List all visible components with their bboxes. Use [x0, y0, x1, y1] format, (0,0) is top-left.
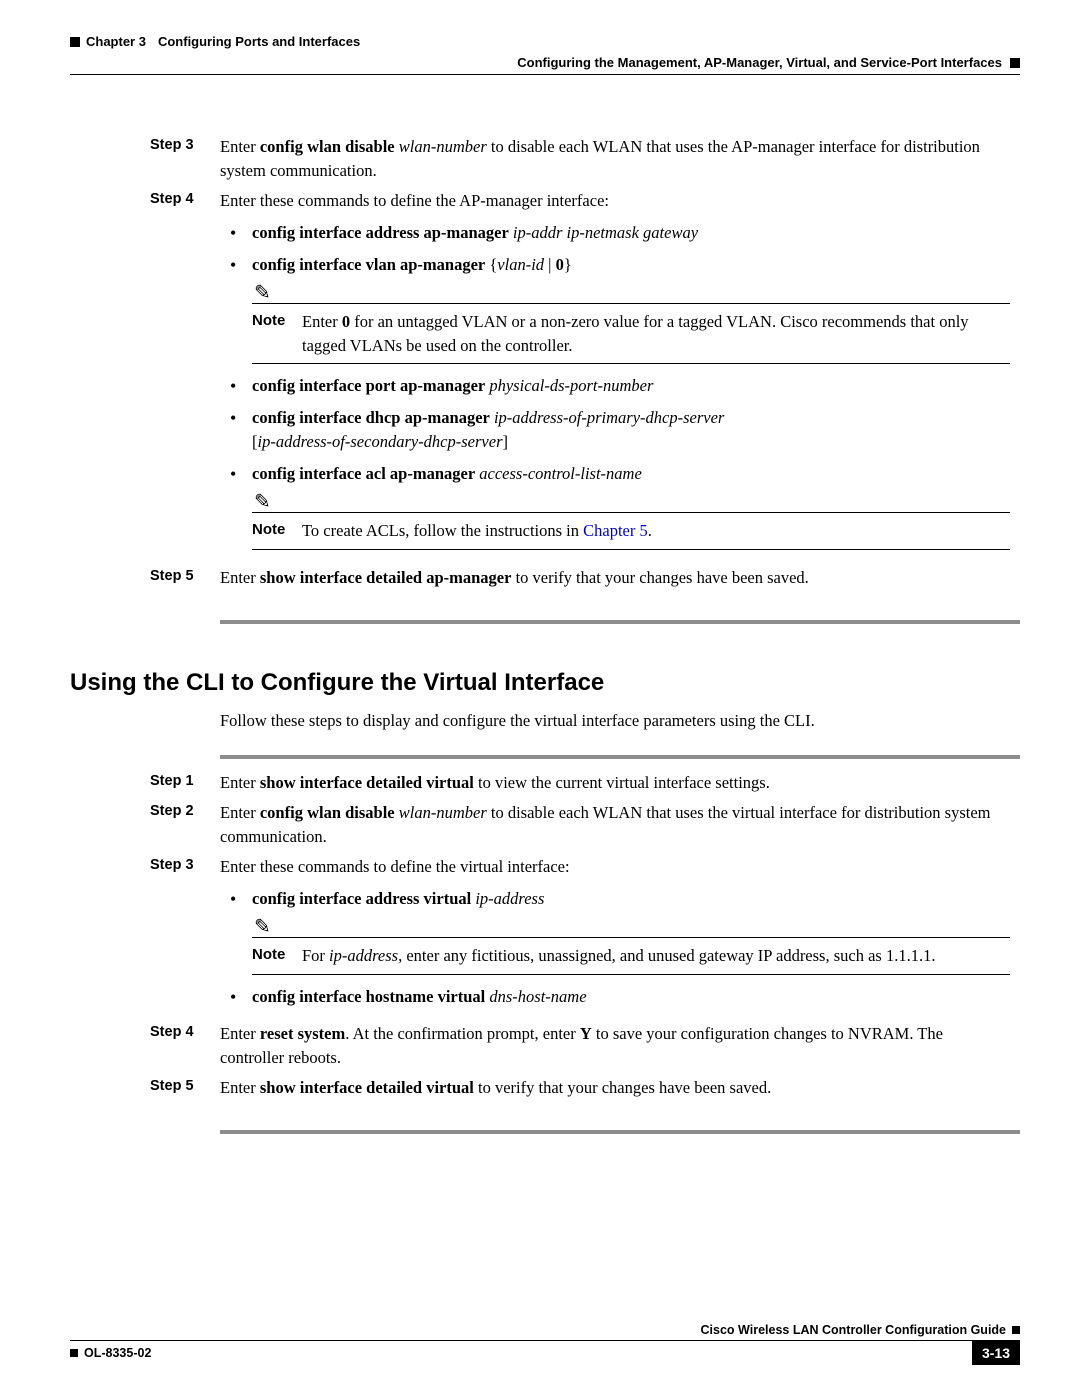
note-box: ✎ Note For ip-address, enter any fictiti…	[252, 917, 1010, 975]
section-divider	[220, 755, 1020, 759]
list-item: config interface dhcp ap-manager ip-addr…	[252, 406, 1010, 454]
step-row: Step 5 Enter show interface detailed vir…	[70, 1076, 1020, 1100]
footer-guide-title: Cisco Wireless LAN Controller Configurat…	[70, 1323, 1020, 1337]
pencil-icon: ✎	[252, 917, 1010, 937]
section-divider	[220, 620, 1020, 624]
pencil-icon: ✎	[252, 283, 1010, 303]
list-item: config interface vlan ap-manager {vlan-i…	[252, 253, 1010, 365]
footer-doc-number: OL-8335-02	[70, 1346, 151, 1360]
list-item: config interface address virtual ip-addr…	[252, 887, 1010, 975]
step-label: Step 4	[70, 1022, 220, 1070]
step-list: Step 1 Enter show interface detailed vir…	[70, 771, 1020, 1134]
pencil-icon: ✎	[252, 492, 1010, 512]
command-list: config interface address ap-manager ip-a…	[220, 221, 1010, 550]
step-body: Enter config wlan disable wlan-number to…	[220, 135, 1020, 183]
note-box: ✎ Note Enter 0 for an untagged VLAN or a…	[252, 283, 1010, 365]
step-label: Step 2	[70, 801, 220, 849]
step-list: Step 3 Enter config wlan disable wlan-nu…	[70, 135, 1020, 624]
step-row: Step 3 Enter these commands to define th…	[70, 855, 1020, 1017]
page-number-badge: 3-13	[972, 1341, 1020, 1365]
footer-square-icon	[70, 1349, 78, 1357]
step-body: Enter reset system. At the confirmation …	[220, 1022, 1020, 1070]
note-label: Note	[252, 310, 302, 358]
note-label: Note	[252, 944, 302, 968]
step-label: Step 1	[70, 771, 220, 795]
note-text: Enter 0 for an untagged VLAN or a non-ze…	[302, 310, 1010, 358]
footer-square-icon	[1012, 1326, 1020, 1334]
list-item: config interface hostname virtual dns-ho…	[252, 985, 1010, 1009]
step-body: Enter these commands to define the AP-ma…	[220, 189, 1020, 560]
step-row: Step 5 Enter show interface detailed ap-…	[70, 566, 1020, 590]
section-intro: Follow these steps to display and config…	[220, 711, 1020, 731]
header-square-icon	[70, 37, 80, 47]
note-box: ✎ Note To create ACLs, follow the instru…	[252, 492, 1010, 550]
step-label: Step 3	[70, 135, 220, 183]
note-label: Note	[252, 519, 302, 543]
step-body: Enter show interface detailed virtual to…	[220, 771, 1020, 795]
step-row: Step 1 Enter show interface detailed vir…	[70, 771, 1020, 795]
step-body: Enter show interface detailed ap-manager…	[220, 566, 1020, 590]
note-text: For ip-address, enter any fictitious, un…	[302, 944, 1010, 968]
chapter-link[interactable]: Chapter 5	[583, 521, 648, 540]
running-header-left: Chapter 3 Configuring Ports and Interfac…	[70, 34, 1020, 49]
list-item: config interface address ap-manager ip-a…	[252, 221, 1010, 245]
list-item: config interface port ap-manager physica…	[252, 374, 1010, 398]
header-rule	[70, 74, 1020, 75]
section-title: Configuring the Management, AP-Manager, …	[517, 55, 1002, 70]
section-heading: Using the CLI to Configure the Virtual I…	[70, 669, 1020, 697]
chapter-number: Chapter 3	[86, 34, 146, 49]
step-body: Enter these commands to define the virtu…	[220, 855, 1020, 1017]
step-row: Step 4 Enter reset system. At the confir…	[70, 1022, 1020, 1070]
chapter-title: Configuring Ports and Interfaces	[158, 34, 360, 49]
step-row: Step 3 Enter config wlan disable wlan-nu…	[70, 135, 1020, 183]
header-square-icon	[1010, 58, 1020, 68]
step-body: Enter config wlan disable wlan-number to…	[220, 801, 1020, 849]
page-footer: Cisco Wireless LAN Controller Configurat…	[70, 1323, 1020, 1365]
command-list: config interface address virtual ip-addr…	[220, 887, 1010, 1009]
page: Chapter 3 Configuring Ports and Interfac…	[0, 0, 1080, 1397]
list-item: config interface acl ap-manager access-c…	[252, 462, 1010, 550]
note-text: To create ACLs, follow the instructions …	[302, 519, 1010, 543]
step-label: Step 5	[70, 1076, 220, 1100]
running-header-right: Configuring the Management, AP-Manager, …	[70, 55, 1020, 70]
step-row: Step 4 Enter these commands to define th…	[70, 189, 1020, 560]
step-body: Enter show interface detailed virtual to…	[220, 1076, 1020, 1100]
step-row: Step 2 Enter config wlan disable wlan-nu…	[70, 801, 1020, 849]
section-divider	[220, 1130, 1020, 1134]
step-label: Step 5	[70, 566, 220, 590]
step-label: Step 4	[70, 189, 220, 560]
step-label: Step 3	[70, 855, 220, 1017]
